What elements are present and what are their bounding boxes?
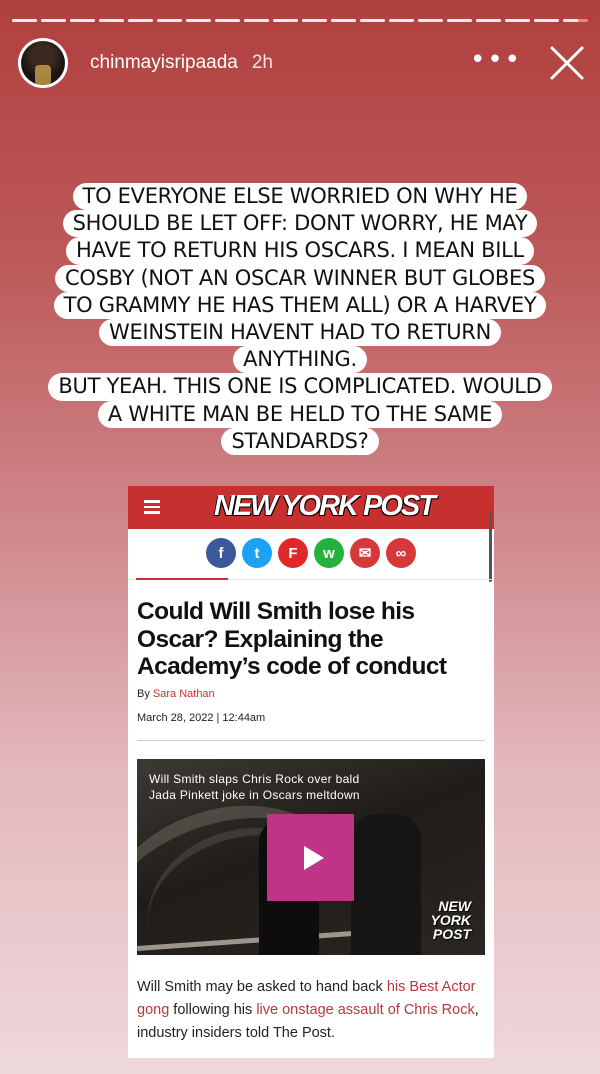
share-bar: f t Fw ✉ ∞ bbox=[206, 538, 416, 568]
caption-row: HAVE TO RETURN HIS OSCARS. I MEAN BILL bbox=[40, 237, 560, 265]
progress-segment bbox=[302, 19, 327, 22]
caption-line: ANYTHING. bbox=[233, 346, 367, 374]
article-date: March 28, 2022 | 12:44am bbox=[137, 712, 266, 724]
story-caption: TO EVERYONE ELSE WORRIED ON WHY HE SHOULD… bbox=[40, 183, 560, 455]
caption-line: STANDARDS? bbox=[221, 427, 379, 455]
video-title: Will Smith slaps Chris Rock over bald Ja… bbox=[149, 771, 360, 803]
progress-segment bbox=[273, 19, 298, 22]
close-icon[interactable] bbox=[548, 44, 586, 82]
story-progress-bar bbox=[12, 19, 588, 22]
byline-prefix: By bbox=[137, 688, 150, 700]
caption-line: A WHITE MAN BE HELD TO THE SAME bbox=[97, 400, 503, 428]
avatar-image bbox=[21, 41, 65, 85]
site-header: NEW YORK POST bbox=[128, 486, 494, 529]
byline: By Sara Nathan bbox=[137, 688, 215, 700]
watermark-line: NEW bbox=[438, 898, 471, 914]
caption-row: TO GRAMMY HE HAS THEM ALL) OR A HARVEY bbox=[40, 291, 560, 319]
progress-segment bbox=[534, 19, 559, 22]
caption-row: COSBY (NOT AN OSCAR WINNER BUT GLOBES bbox=[40, 264, 560, 292]
post-time: 2h bbox=[251, 52, 273, 73]
progress-segment bbox=[476, 19, 501, 22]
site-logo[interactable]: NEW YORK POST bbox=[214, 490, 436, 523]
progress-segment bbox=[41, 19, 66, 22]
author-link[interactable]: Sara Nathan bbox=[153, 688, 215, 700]
caption-line: TO GRAMMY HE HAS THEM ALL) OR A HARVEY bbox=[53, 291, 547, 319]
caption-row: A WHITE MAN BE HELD TO THE SAME bbox=[40, 400, 560, 428]
body-text: following his bbox=[169, 1002, 257, 1018]
progress-segment bbox=[128, 19, 153, 22]
more-dots-icon[interactable]: ••• bbox=[470, 47, 522, 73]
video-frame-figure bbox=[351, 814, 421, 955]
watermark-line: POST bbox=[432, 926, 471, 942]
caption-row: TO EVERYONE ELSE WORRIED ON WHY HE bbox=[40, 183, 560, 211]
caption-line: BUT YEAH. THIS ONE IS COMPLICATED. WOULD bbox=[48, 373, 552, 401]
video-title-line: Will Smith slaps Chris Rock over bald bbox=[149, 772, 360, 786]
video-watermark: NEW YORK POST bbox=[431, 899, 471, 941]
flipboard-share-icon[interactable]: F bbox=[278, 538, 308, 568]
email-share-icon[interactable]: ✉ bbox=[350, 538, 380, 568]
body-link[interactable]: live onstage assault of Chris Rock bbox=[256, 1002, 474, 1018]
progress-segment bbox=[99, 19, 124, 22]
play-button[interactable] bbox=[267, 814, 354, 901]
article-body: Will Smith may be asked to hand back his… bbox=[137, 976, 487, 1045]
menu-icon[interactable] bbox=[144, 500, 160, 514]
progress-segment bbox=[418, 19, 443, 22]
progress-segment bbox=[215, 19, 240, 22]
article-headline: Could Will Smith lose his Oscar? Explain… bbox=[137, 598, 447, 680]
progress-segment bbox=[563, 19, 588, 22]
twitter-share-icon[interactable]: t bbox=[242, 538, 272, 568]
caption-line: COSBY (NOT AN OSCAR WINNER BUT GLOBES bbox=[55, 264, 545, 292]
progress-segment bbox=[360, 19, 385, 22]
caption-line: HAVE TO RETURN HIS OSCARS. I MEAN BILL bbox=[66, 237, 534, 265]
story-header: chinmayisripaada 2h ••• bbox=[18, 38, 586, 88]
avatar[interactable] bbox=[18, 38, 68, 88]
progress-segment bbox=[70, 19, 95, 22]
whatsapp-share-icon[interactable]: w bbox=[314, 538, 344, 568]
play-icon bbox=[303, 845, 324, 870]
username[interactable]: chinmayisripaada bbox=[90, 52, 238, 74]
scrollbar[interactable] bbox=[489, 510, 492, 582]
link-share-icon[interactable]: ∞ bbox=[386, 538, 416, 568]
caption-row: WEINSTEIN HAVENT HAD TO RETURN bbox=[40, 318, 560, 347]
progress-segment bbox=[244, 19, 269, 22]
video-player[interactable]: Will Smith slaps Chris Rock over bald Ja… bbox=[137, 759, 485, 955]
caption-row: ANYTHING. bbox=[40, 346, 560, 374]
watermark-line: YORK bbox=[430, 912, 471, 928]
video-title-line: Jada Pinkett joke in Oscars meltdown bbox=[149, 788, 360, 802]
caption-line: WEINSTEIN HAVENT HAD TO RETURN bbox=[99, 318, 501, 347]
body-text: Will Smith may be asked to hand back bbox=[137, 979, 387, 995]
caption-line: SHOULD BE LET OFF: DONT WORRY, HE MAY bbox=[62, 210, 538, 238]
progress-segment bbox=[157, 19, 182, 22]
divider bbox=[137, 740, 485, 741]
section-accent bbox=[136, 578, 228, 580]
caption-row: SHOULD BE LET OFF: DONT WORRY, HE MAY bbox=[40, 210, 560, 238]
caption-line: TO EVERYONE ELSE WORRIED ON WHY HE bbox=[72, 183, 528, 211]
progress-segment bbox=[186, 19, 211, 22]
progress-segment bbox=[505, 19, 530, 22]
progress-segment bbox=[12, 19, 37, 22]
progress-segment bbox=[447, 19, 472, 22]
progress-segment bbox=[389, 19, 414, 22]
caption-row: BUT YEAH. THIS ONE IS COMPLICATED. WOULD bbox=[40, 373, 560, 401]
article-screenshot: NEW YORK POST f t Fw ✉ ∞ Could Will Smith lo… bbox=[128, 486, 494, 1058]
progress-segment bbox=[331, 19, 356, 22]
caption-row: STANDARDS? bbox=[40, 427, 560, 455]
facebook-share-icon[interactable]: f bbox=[206, 538, 236, 568]
